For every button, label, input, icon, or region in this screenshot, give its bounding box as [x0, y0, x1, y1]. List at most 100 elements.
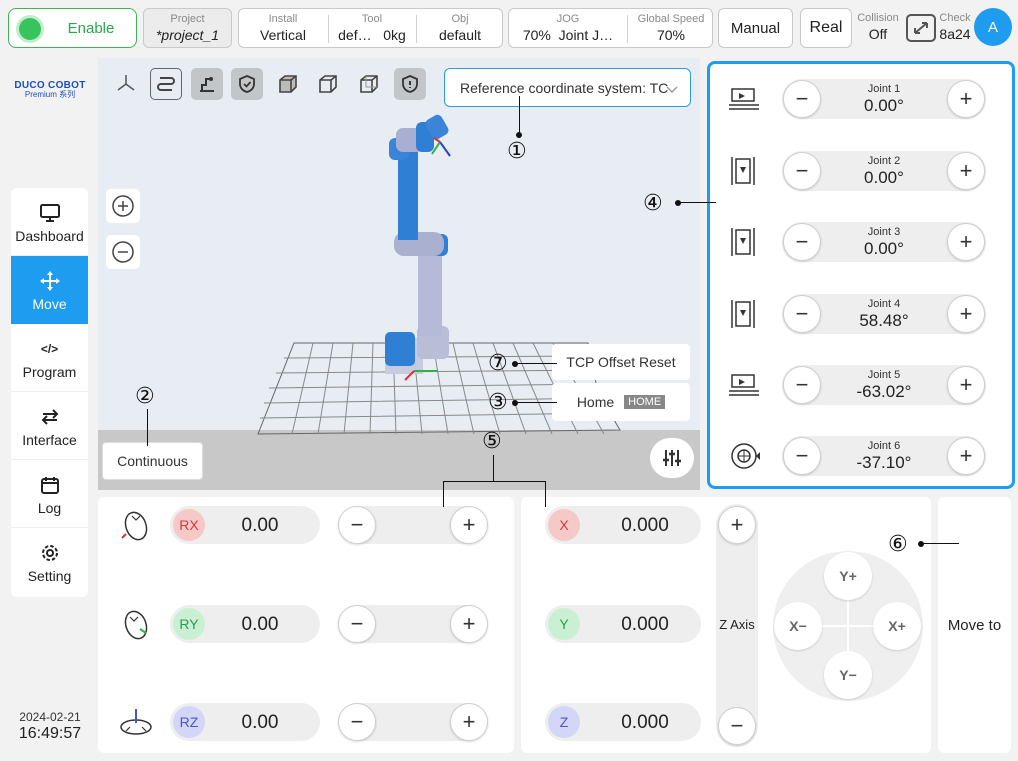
joint-3-name: Joint 3: [867, 226, 901, 238]
enable-label: Enable: [67, 20, 115, 37]
sidebar-item-move[interactable]: Move: [11, 256, 88, 324]
joint-5-icon: [729, 374, 759, 396]
rz-plus-button[interactable]: +: [450, 703, 488, 741]
rx-value-field[interactable]: RX 0.00: [170, 506, 320, 544]
rz-minus-button[interactable]: −: [338, 703, 376, 741]
y-minus-button[interactable]: Y−: [824, 651, 872, 699]
continuous-mode-button[interactable]: Continuous: [102, 442, 203, 480]
sidebar-item-label: Dashboard: [15, 227, 84, 244]
manual-mode-button[interactable]: Manual: [718, 8, 793, 48]
obj-selector[interactable]: Obj default: [419, 14, 501, 43]
callout-3: ③: [488, 389, 508, 414]
jog-selector[interactable]: JOG 70% Joint J…: [511, 13, 625, 43]
project-selector[interactable]: Project *project_1: [143, 8, 232, 48]
joint-3-value: 0.00°: [864, 239, 904, 258]
check-status[interactable]: Check 8a24: [936, 13, 974, 42]
clock: 2024-02-21 16:49:57: [8, 710, 92, 743]
tool-value: def… 0kg: [338, 27, 406, 43]
ry-row: RY 0.00 − +: [98, 605, 514, 645]
rz-value-field[interactable]: RZ 0.00: [170, 703, 320, 741]
ry-minus-button[interactable]: −: [338, 605, 376, 643]
rx-minus-button[interactable]: −: [338, 506, 376, 544]
sidebar-item-dashboard[interactable]: Dashboard: [11, 188, 88, 256]
z-value-field[interactable]: Z 0.000: [545, 703, 701, 741]
home-label: Home: [576, 394, 615, 410]
joint-4-name: Joint 4: [867, 298, 901, 310]
robot-3d-viewport[interactable]: Reference coordinate system: TC TCP Offs…: [98, 58, 700, 490]
sidebar-item-setting[interactable]: Setting: [11, 528, 88, 596]
y-value-field[interactable]: Y 0.000: [545, 605, 701, 643]
joint-4-minus-button[interactable]: −: [783, 295, 821, 333]
callout-5-right: [545, 481, 546, 507]
x-value-field[interactable]: X 0.000: [545, 506, 701, 544]
code-icon: </>: [40, 341, 59, 356]
rz-value: 0.00: [241, 712, 279, 733]
joint-5-plus-button[interactable]: +: [947, 366, 985, 404]
y-plus-button[interactable]: Y+: [824, 552, 872, 600]
joint-6-minus-button[interactable]: −: [783, 437, 821, 475]
sidebar-nav: Dashboard Move </> Program Interface Log…: [11, 188, 88, 597]
obj-value: default: [438, 27, 482, 43]
joint-6-plus-button[interactable]: +: [947, 437, 985, 475]
tool-selector[interactable]: Tool def… 0kg: [331, 13, 413, 43]
ry-value-field[interactable]: RY 0.00: [170, 605, 320, 643]
install-selector[interactable]: Install Vertical: [241, 13, 325, 43]
rz-row: RZ 0.00 − +: [98, 703, 514, 743]
expand-icon[interactable]: [906, 14, 936, 42]
jog-speed-group: JOG 70% Joint J… Global Speed 70%: [508, 8, 713, 48]
x-plus-button[interactable]: X+: [873, 602, 921, 650]
install-tool-obj-group: Install Vertical Tool def… 0kg Obj defau…: [238, 8, 503, 48]
project-value: *project_1: [155, 27, 220, 43]
joint-2-name: Joint 2: [867, 155, 901, 167]
check-value: 8a24: [939, 26, 971, 42]
joint-1-minus-button[interactable]: −: [783, 80, 821, 118]
home-button[interactable]: Home HOME: [552, 383, 690, 421]
callout-4-dot: [675, 200, 681, 206]
viewport-settings-button[interactable]: [650, 438, 694, 478]
global-speed-selector[interactable]: Global Speed 70%: [630, 14, 712, 43]
collision-status[interactable]: Collision Off: [854, 13, 902, 42]
callout-2-line: [147, 409, 148, 446]
callout-7-line: [515, 363, 557, 364]
joint-4-control: − Joint 4 58.48° +: [782, 294, 986, 334]
ry-plus-button[interactable]: +: [450, 605, 488, 643]
tool-title: Tool: [361, 13, 383, 25]
z-axis-label: Z Axis: [719, 617, 755, 632]
callout-4-line: [678, 202, 716, 203]
sidebar-item-interface[interactable]: Interface: [11, 392, 88, 460]
rz-step-control: − +: [338, 703, 488, 741]
home-tag: HOME: [624, 395, 666, 409]
joint-2-plus-button[interactable]: +: [947, 152, 985, 190]
project-title: Project: [170, 13, 205, 25]
joint-1-plus-button[interactable]: +: [947, 80, 985, 118]
rx-step-control: − +: [338, 506, 488, 544]
joint-2-control: − Joint 2 0.00° +: [782, 151, 986, 191]
joint-3-minus-button[interactable]: −: [783, 223, 821, 261]
sidebar-item-program[interactable]: </> Program: [11, 324, 88, 392]
joint-5-minus-button[interactable]: −: [783, 366, 821, 404]
z-minus-button[interactable]: −: [718, 707, 756, 745]
user-avatar[interactable]: A: [974, 8, 1012, 46]
enable-button[interactable]: Enable: [8, 8, 137, 48]
tcp-offset-reset-button[interactable]: TCP Offset Reset: [552, 344, 690, 380]
ry-badge: RY: [173, 608, 205, 640]
rx-plus-button[interactable]: +: [450, 506, 488, 544]
sidebar-item-label: Log: [37, 499, 62, 516]
joint-4-value: 58.48°: [859, 311, 909, 330]
jog-title: JOG: [556, 13, 580, 25]
joint-2-minus-button[interactable]: −: [783, 152, 821, 190]
joint-3-plus-button[interactable]: +: [947, 223, 985, 261]
joint-4-plus-button[interactable]: +: [947, 295, 985, 333]
x-minus-button[interactable]: X−: [774, 602, 822, 650]
robot-model: [257, 114, 621, 435]
move-to-button[interactable]: Move to: [938, 497, 1011, 753]
rz-rotation-icon: [120, 709, 152, 735]
collision-value: Off: [868, 26, 888, 42]
install-title: Install: [268, 13, 298, 25]
real-mode-button[interactable]: Real: [800, 8, 852, 48]
x-badge-label: X: [559, 517, 569, 533]
z-plus-button[interactable]: +: [718, 506, 756, 544]
sidebar-item-log[interactable]: Log: [11, 460, 88, 528]
rz-badge-label: RZ: [179, 714, 199, 730]
joint-6-control: − Joint 6 -37.10° +: [782, 436, 986, 476]
